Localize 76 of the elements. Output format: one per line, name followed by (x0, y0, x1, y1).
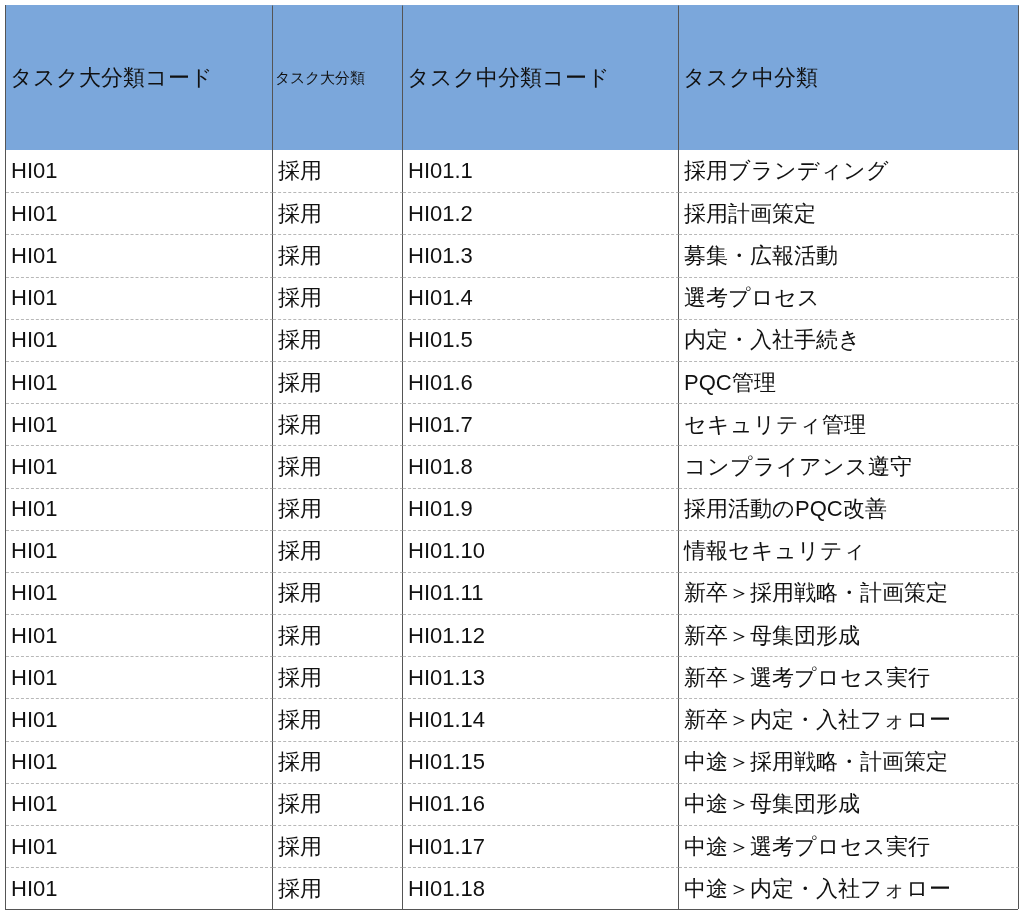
table-cell: 採用 (273, 782, 403, 825)
table-cell: HI01 (6, 698, 273, 741)
table-cell: HI01.11 (403, 571, 679, 615)
table-cell: HI01.5 (403, 318, 679, 361)
table-cell: HI01.2 (403, 192, 679, 235)
table-cell: HI01.13 (403, 656, 679, 699)
table-cell: 採用 (273, 740, 403, 783)
table-cell: 中途＞採用戦略・計画策定 (679, 740, 1019, 783)
table-cell: 採用 (273, 487, 403, 530)
table-cell: HI01 (6, 740, 273, 783)
table-cell: セキュリティ管理 (679, 403, 1019, 446)
table-cell: 採用 (273, 234, 403, 277)
column-header: タスク大分類 (273, 5, 403, 150)
table-cell: 採用 (273, 276, 403, 319)
table-cell: 新卒＞採用戦略・計画策定 (679, 571, 1019, 615)
table-cell: 採用活動のPQC改善 (679, 487, 1019, 530)
table-cell: HI01.9 (403, 487, 679, 530)
table-cell: HI01 (6, 403, 273, 446)
table-cell: 採用 (273, 192, 403, 235)
table-cell: 採用 (273, 571, 403, 615)
table-cell: HI01.4 (403, 276, 679, 319)
table-cell: HI01 (6, 656, 273, 699)
table-cell: HI01 (6, 825, 273, 868)
table-cell: 採用 (273, 529, 403, 572)
table-cell: HI01.1 (403, 150, 679, 193)
table-cell: 中途＞母集団形成 (679, 782, 1019, 825)
table-cell: 採用 (273, 318, 403, 361)
table-cell: HI01 (6, 150, 273, 193)
table-cell: HI01 (6, 192, 273, 235)
table-cell: PQC管理 (679, 360, 1019, 404)
table-cell: HI01.12 (403, 614, 679, 657)
table-cell: 新卒＞母集団形成 (679, 614, 1019, 657)
table-cell: HI01.16 (403, 782, 679, 825)
table-cell: 新卒＞選考プロセス実行 (679, 656, 1019, 699)
column-header: タスク中分類コード (403, 5, 679, 150)
column-header: タスク中分類 (679, 5, 1019, 150)
table-cell: 採用 (273, 614, 403, 657)
table-cell: 中途＞内定・入社フォロー (679, 867, 1019, 910)
table-cell: 採用ブランディング (679, 150, 1019, 193)
table-cell: 採用 (273, 360, 403, 404)
table-cell: HI01 (6, 234, 273, 277)
table-cell: 採用 (273, 150, 403, 193)
table-cell: HI01.14 (403, 698, 679, 741)
column-header: タスク大分類コード (6, 5, 273, 150)
table-cell: 採用 (273, 445, 403, 488)
table-cell: HI01 (6, 867, 273, 910)
table-cell: HI01.7 (403, 403, 679, 446)
table-cell: 新卒＞内定・入社フォロー (679, 698, 1019, 741)
table-cell: HI01 (6, 614, 273, 657)
table-cell: HI01 (6, 318, 273, 361)
table-cell: 募集・広報活動 (679, 234, 1019, 277)
table-cell: HI01 (6, 276, 273, 319)
table-cell: 採用 (273, 867, 403, 910)
table-cell: HI01 (6, 529, 273, 572)
table-cell: 採用 (273, 656, 403, 699)
table-cell: HI01 (6, 782, 273, 825)
table-cell: HI01.10 (403, 529, 679, 572)
table-cell: 採用 (273, 403, 403, 446)
table-cell: 情報セキュリティ (679, 529, 1019, 572)
table-cell: 内定・入社手続き (679, 318, 1019, 361)
table-cell: HI01.17 (403, 825, 679, 868)
table-cell: HI01.18 (403, 867, 679, 910)
table-cell: HI01.15 (403, 740, 679, 783)
table-cell: HI01 (6, 445, 273, 488)
table-cell: 採用 (273, 698, 403, 741)
table-cell: HI01.3 (403, 234, 679, 277)
table-cell: HI01.8 (403, 445, 679, 488)
table-cell: コンプライアンス遵守 (679, 445, 1019, 488)
table-cell: HI01 (6, 571, 273, 615)
table-cell: HI01 (6, 487, 273, 530)
table-cell: 中途＞選考プロセス実行 (679, 825, 1019, 868)
table-cell: HI01 (6, 360, 273, 404)
table-cell: 選考プロセス (679, 276, 1019, 319)
table-cell: HI01.6 (403, 360, 679, 404)
table-cell: 採用計画策定 (679, 192, 1019, 235)
table-cell: 採用 (273, 825, 403, 868)
